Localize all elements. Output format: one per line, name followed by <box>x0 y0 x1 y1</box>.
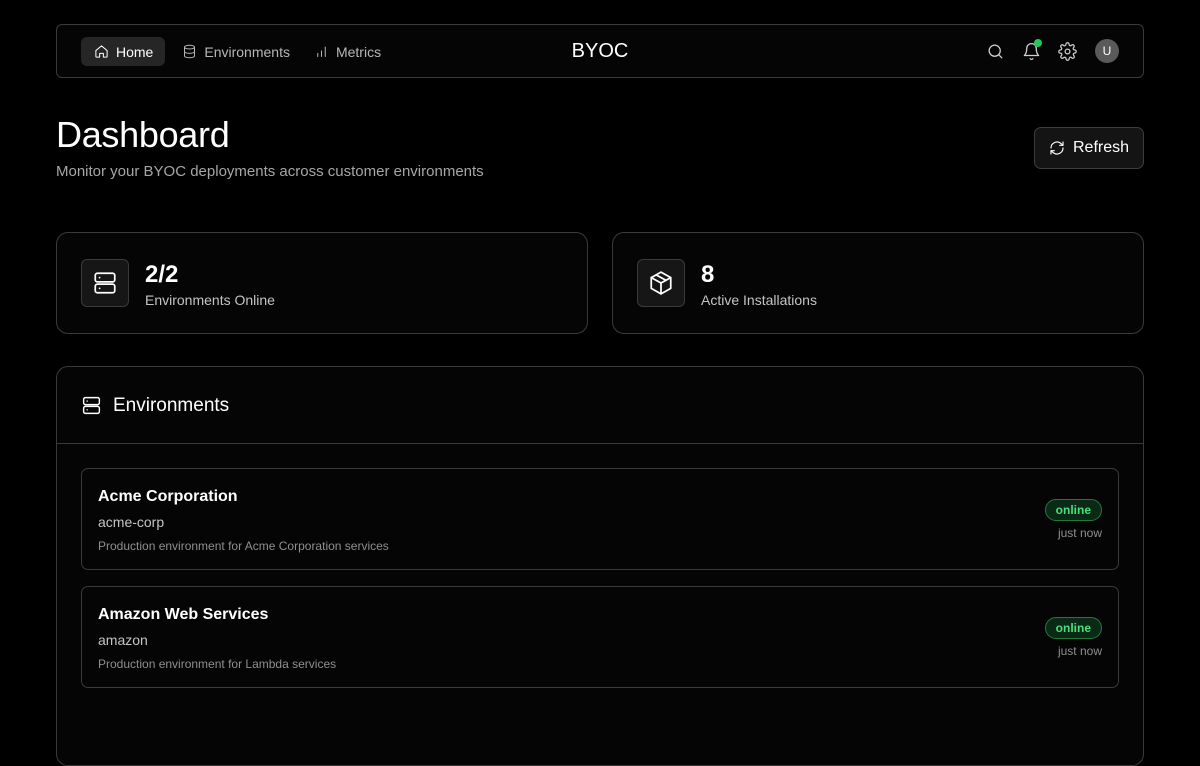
gear-icon <box>1058 41 1077 61</box>
stat-value: 8 <box>701 261 715 288</box>
nav-links: Home Environments Metrics <box>81 37 393 66</box>
settings-button[interactable] <box>1058 41 1077 61</box>
environment-name: Acme Corporation <box>98 488 238 505</box>
server-icon <box>82 396 101 415</box>
environment-card[interactable]: Acme Corporation acme-corp Production en… <box>81 468 1119 570</box>
environments-panel-header: Environments <box>57 367 1143 444</box>
user-avatar[interactable]: U <box>1095 39 1119 63</box>
nav-item-label: Home <box>116 43 154 60</box>
page-title: Dashboard <box>56 114 230 155</box>
stat-card-active-installations: 8 Active Installations <box>612 232 1144 334</box>
nav-item-label: Metrics <box>335 43 382 60</box>
nav-actions: U <box>986 38 1119 63</box>
stat-icon-box <box>637 259 685 307</box>
refresh-button[interactable]: Refresh <box>1034 127 1144 169</box>
search-button[interactable] <box>986 42 1005 61</box>
environment-slug: acme-corp <box>98 514 165 530</box>
environment-name: Amazon Web Services <box>98 606 269 623</box>
stat-value: 2/2 <box>145 261 179 288</box>
environments-panel-title: Environments <box>113 395 230 416</box>
nav-item-home[interactable]: Home <box>81 37 166 66</box>
notifications-button[interactable] <box>1022 38 1042 61</box>
nav-item-metrics[interactable]: Metrics <box>306 37 393 66</box>
last-updated: just now <box>1057 644 1102 658</box>
page-subtitle: Monitor your BYOC deployments across cus… <box>56 163 484 180</box>
package-icon <box>650 271 672 295</box>
search-icon <box>988 44 1003 58</box>
refresh-icon <box>1050 141 1064 155</box>
environment-description: Production environment for Acme Corporat… <box>98 539 389 553</box>
nav-item-environments[interactable]: Environments <box>169 37 302 66</box>
environments-panel: Environments Acme Corporation acme-corp … <box>56 366 1144 766</box>
environment-description: Production environment for Lambda servic… <box>98 657 337 671</box>
top-navbar: Home Environments Metrics BYOC U <box>56 24 1144 78</box>
stat-card-environments-online: 2/2 Environments Online <box>56 232 588 334</box>
home-icon <box>95 45 108 58</box>
environment-card[interactable]: Amazon Web Services amazon Production en… <box>81 586 1119 688</box>
refresh-button-label: Refresh <box>1072 139 1130 156</box>
environment-slug: amazon <box>98 632 148 648</box>
status-badge: online <box>1044 499 1102 521</box>
last-updated: just now <box>1057 526 1102 540</box>
stat-icon-box <box>81 259 129 307</box>
database-icon <box>184 44 196 59</box>
bar-chart-icon <box>317 46 326 57</box>
notification-dot <box>1034 38 1042 47</box>
stat-label: Environments Online <box>145 292 275 308</box>
nav-item-label: Environments <box>204 43 290 60</box>
stat-label: Active Installations <box>701 292 817 308</box>
status-badge: online <box>1044 617 1102 639</box>
server-icon <box>94 272 116 294</box>
